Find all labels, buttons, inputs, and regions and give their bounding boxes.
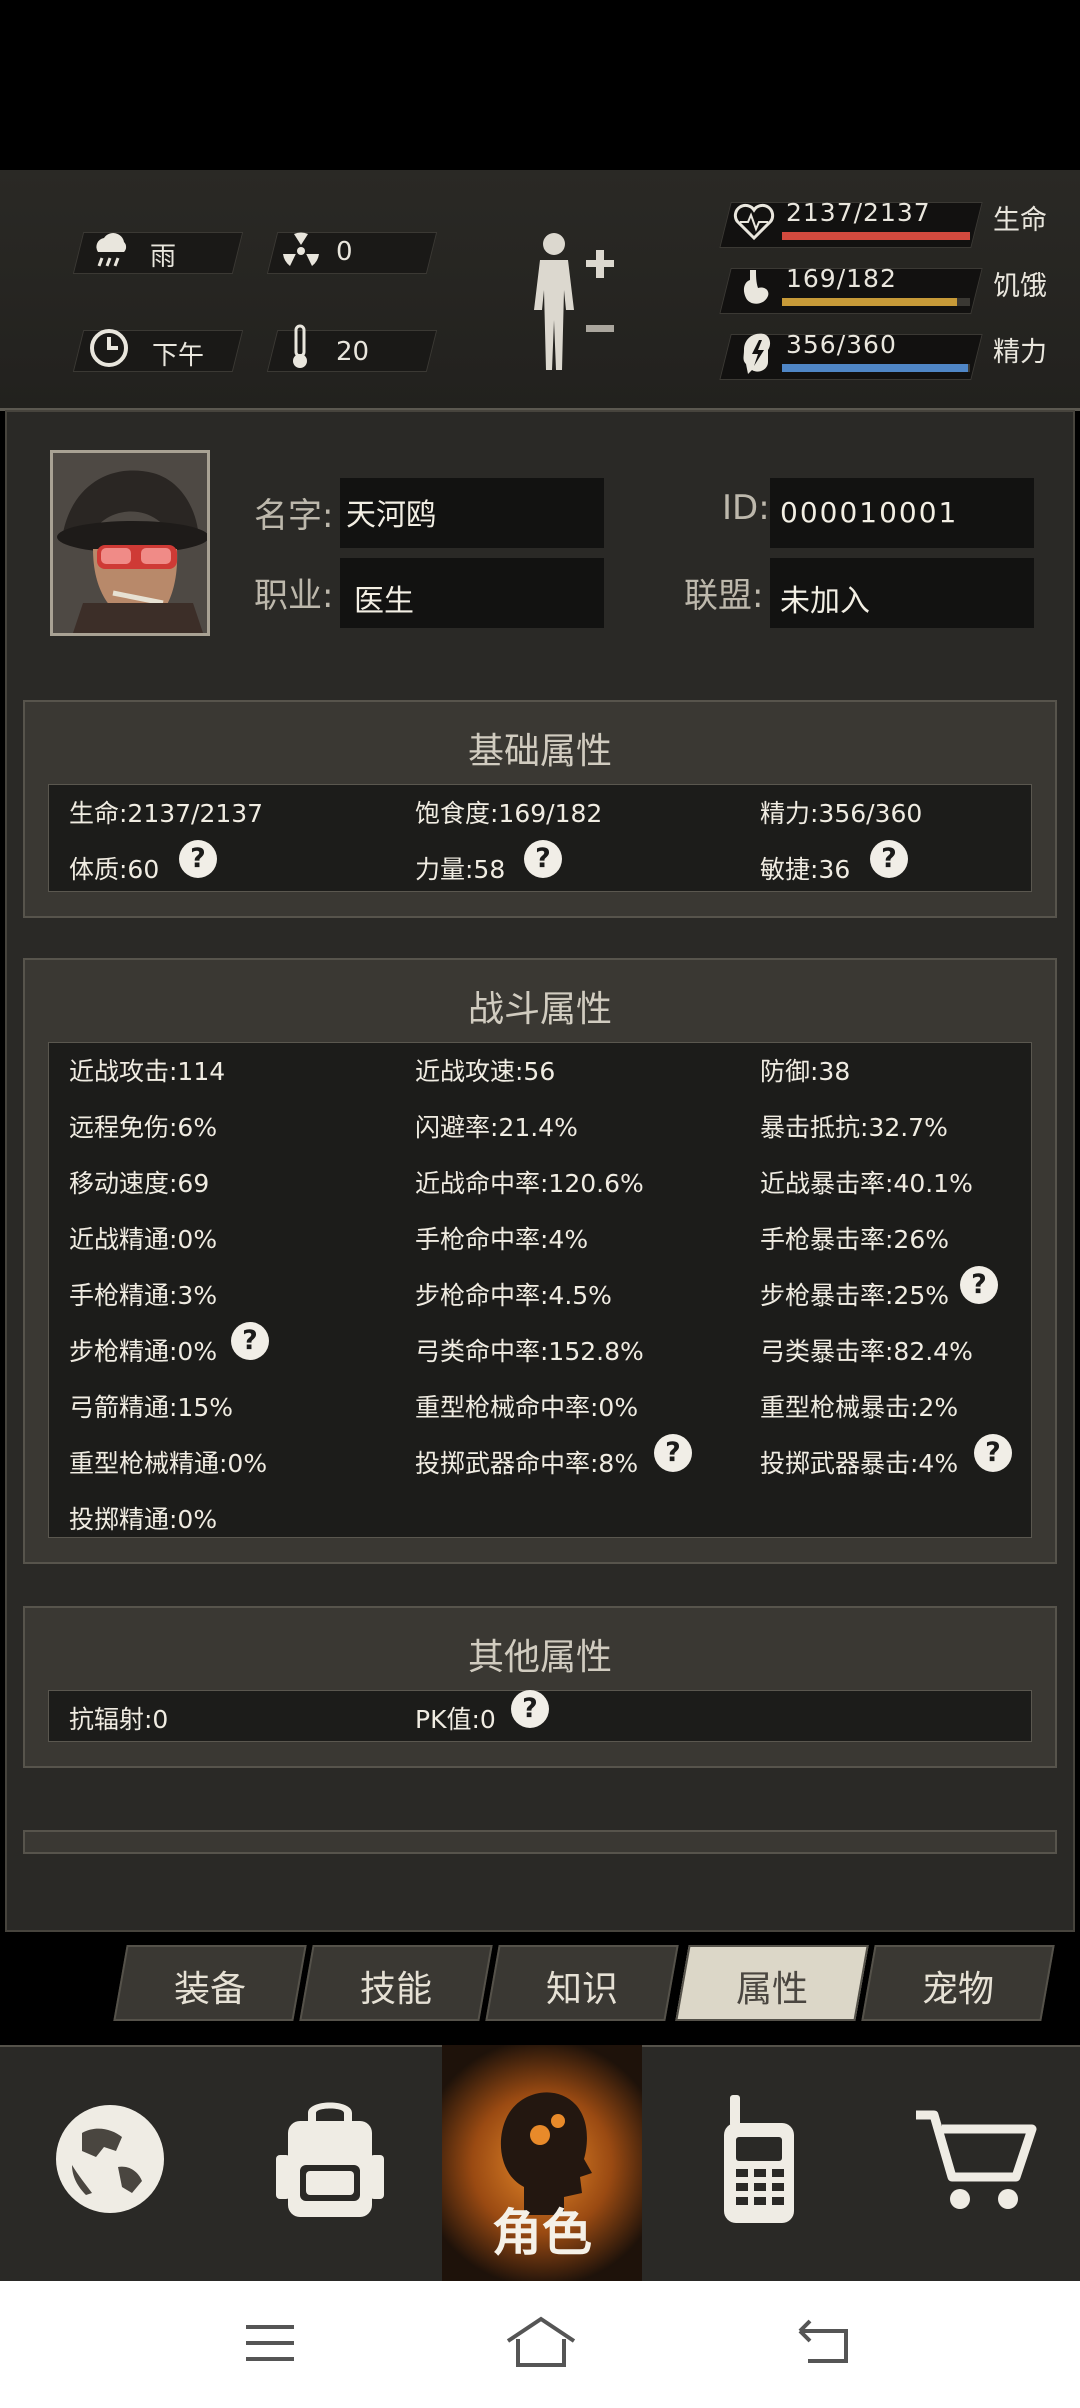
menu-icon[interactable] [244,2321,296,2365]
nav-backpack[interactable] [220,2045,442,2281]
combat-attributes-title: 战斗属性 [467,989,612,1030]
combat-stat: 防御:38 [760,1057,851,1086]
help-icon-rifle-mastery[interactable]: ? [231,1322,269,1360]
stomach-icon [743,270,769,304]
help-icon-pk[interactable]: ? [511,1690,549,1728]
nav-character[interactable]: 角色 [442,2045,642,2281]
globe-icon [56,2105,164,2213]
alliance-value: 未加入 [780,584,870,619]
stat-life: 生命:2137/2137 [69,799,264,828]
body-status-icon[interactable] [520,230,620,380]
combat-stat: 重型枪械暴击:2% [760,1393,959,1422]
radiation-icon [283,232,319,266]
health-value: 2137/2137 [786,198,931,227]
combat-stat: 移动速度:69 [69,1169,210,1198]
nav-character-label: 角色 [492,2204,592,2262]
hunger-bar [782,298,970,306]
job-value: 医生 [354,584,414,619]
back-icon[interactable] [796,2317,852,2367]
combat-stat: 投掷武器命中率:8% [415,1449,639,1478]
combat-stat: 手枪命中率:4% [415,1225,589,1254]
time-text: 下午 [152,341,205,371]
combat-stat: 步枪暴击率:25% [760,1281,949,1310]
basic-attributes-title: 基础属性 [467,731,612,772]
backpack-icon [276,2102,384,2217]
hunger-value: 169/182 [786,264,897,293]
energy-value: 356/360 [786,330,897,359]
stat-constitution: 体质:60 [69,855,160,884]
combat-stat: 近战暴击率:40.1% [760,1169,973,1198]
help-icon-agility[interactable]: ? [870,840,908,878]
home-icon[interactable] [504,2315,578,2369]
help-icon-strength[interactable]: ? [524,840,562,878]
help-icon-constitution[interactable]: ? [179,840,217,878]
help-icon-rifle-crit[interactable]: ? [960,1266,998,1304]
alliance-label: 联盟: [684,576,764,616]
combat-stat: 近战攻击:114 [69,1057,226,1086]
combat-stat: 投掷精通:0% [69,1505,218,1534]
job-label: 职业: [254,576,334,616]
walkie-talkie-icon [724,2095,794,2223]
combat-stat: 投掷武器暴击:4% [760,1449,959,1478]
stat-radiation-resist: 抗辐射:0 [69,1705,169,1734]
thermometer-icon [293,324,307,368]
stat-pk: PK值:0 [415,1705,496,1734]
radiation-value: 0 [336,237,353,267]
stat-satiety: 饱食度:169/182 [415,799,603,828]
stat-strength: 力量:58 [415,855,506,884]
combat-stat: 闪避率:21.4% [415,1113,578,1142]
tab-skills-label: 技能 [359,1969,432,2010]
health-label: 生命 [993,205,1047,236]
combat-stat: 弓类暴击率:82.4% [760,1337,973,1366]
temperature-value: 20 [336,337,370,367]
nav-walkie-talkie[interactable] [642,2045,872,2281]
nav-shop[interactable] [872,2045,1080,2281]
combat-stat: 重型枪械精通:0% [69,1449,268,1478]
health-fill [782,232,970,240]
combat-stat: 手枪精通:3% [69,1281,218,1310]
energy-bar [782,364,970,372]
energy-label: 精力 [993,337,1047,368]
weather-text: 雨 [150,242,177,272]
avatar[interactable] [50,450,210,636]
heart-icon [733,203,775,241]
nav-world-map[interactable] [0,2045,220,2281]
stat-agility: 敏捷:36 [760,855,851,884]
combat-stat: 弓类命中率:152.8% [415,1337,644,1366]
energy-fill [782,364,968,372]
tab-attributes-label: 属性 [735,1969,808,2010]
energy-icon [743,333,771,374]
system-nav-bar [0,2281,1080,2408]
id-label: ID: [722,488,770,528]
combat-stat: 步枪精通:0% [69,1337,218,1366]
cart-icon [916,2110,1037,2209]
name-label: 名字: [254,496,334,536]
combat-stat: 近战命中率:120.6% [415,1169,644,1198]
combat-stat: 近战攻速:56 [415,1057,556,1086]
combat-stat: 远程免伤:6% [69,1113,218,1142]
hunger-label: 饥饿 [993,271,1047,302]
tab-pets-label: 宠物 [921,1969,994,2010]
combat-stat: 弓箭精通:15% [69,1393,233,1422]
combat-stat: 步枪命中率:4.5% [415,1281,612,1310]
tab-equipment-label: 装备 [173,1969,246,2010]
name-value: 天河鸥 [346,498,436,533]
rain-icon [96,233,127,267]
combat-stat: 重型枪械命中率:0% [415,1393,639,1422]
other-attributes-title: 其他属性 [467,1637,612,1678]
next-section-header [23,1830,1057,1854]
other-attributes-section: 其他属性 [23,1606,1057,1768]
help-icon-throw-crit[interactable]: ? [974,1434,1012,1472]
health-bar [782,232,970,240]
help-icon-throw-hit[interactable]: ? [654,1434,692,1472]
id-value: 000010001 [780,496,959,529]
status-bar: 雨 0 下午 20 2137/2137 生命 169/182 饥饿 356/36… [0,170,1080,411]
tab-knowledge-label: 知识 [545,1969,618,2010]
combat-stat: 近战精通:0% [69,1225,218,1254]
combat-stat: 暴击抵抗:32.7% [760,1113,948,1142]
stat-energy: 精力:356/360 [760,799,923,828]
hunger-fill [782,298,957,306]
combat-stat: 手枪暴击率:26% [760,1225,949,1254]
clock-icon [90,329,128,367]
